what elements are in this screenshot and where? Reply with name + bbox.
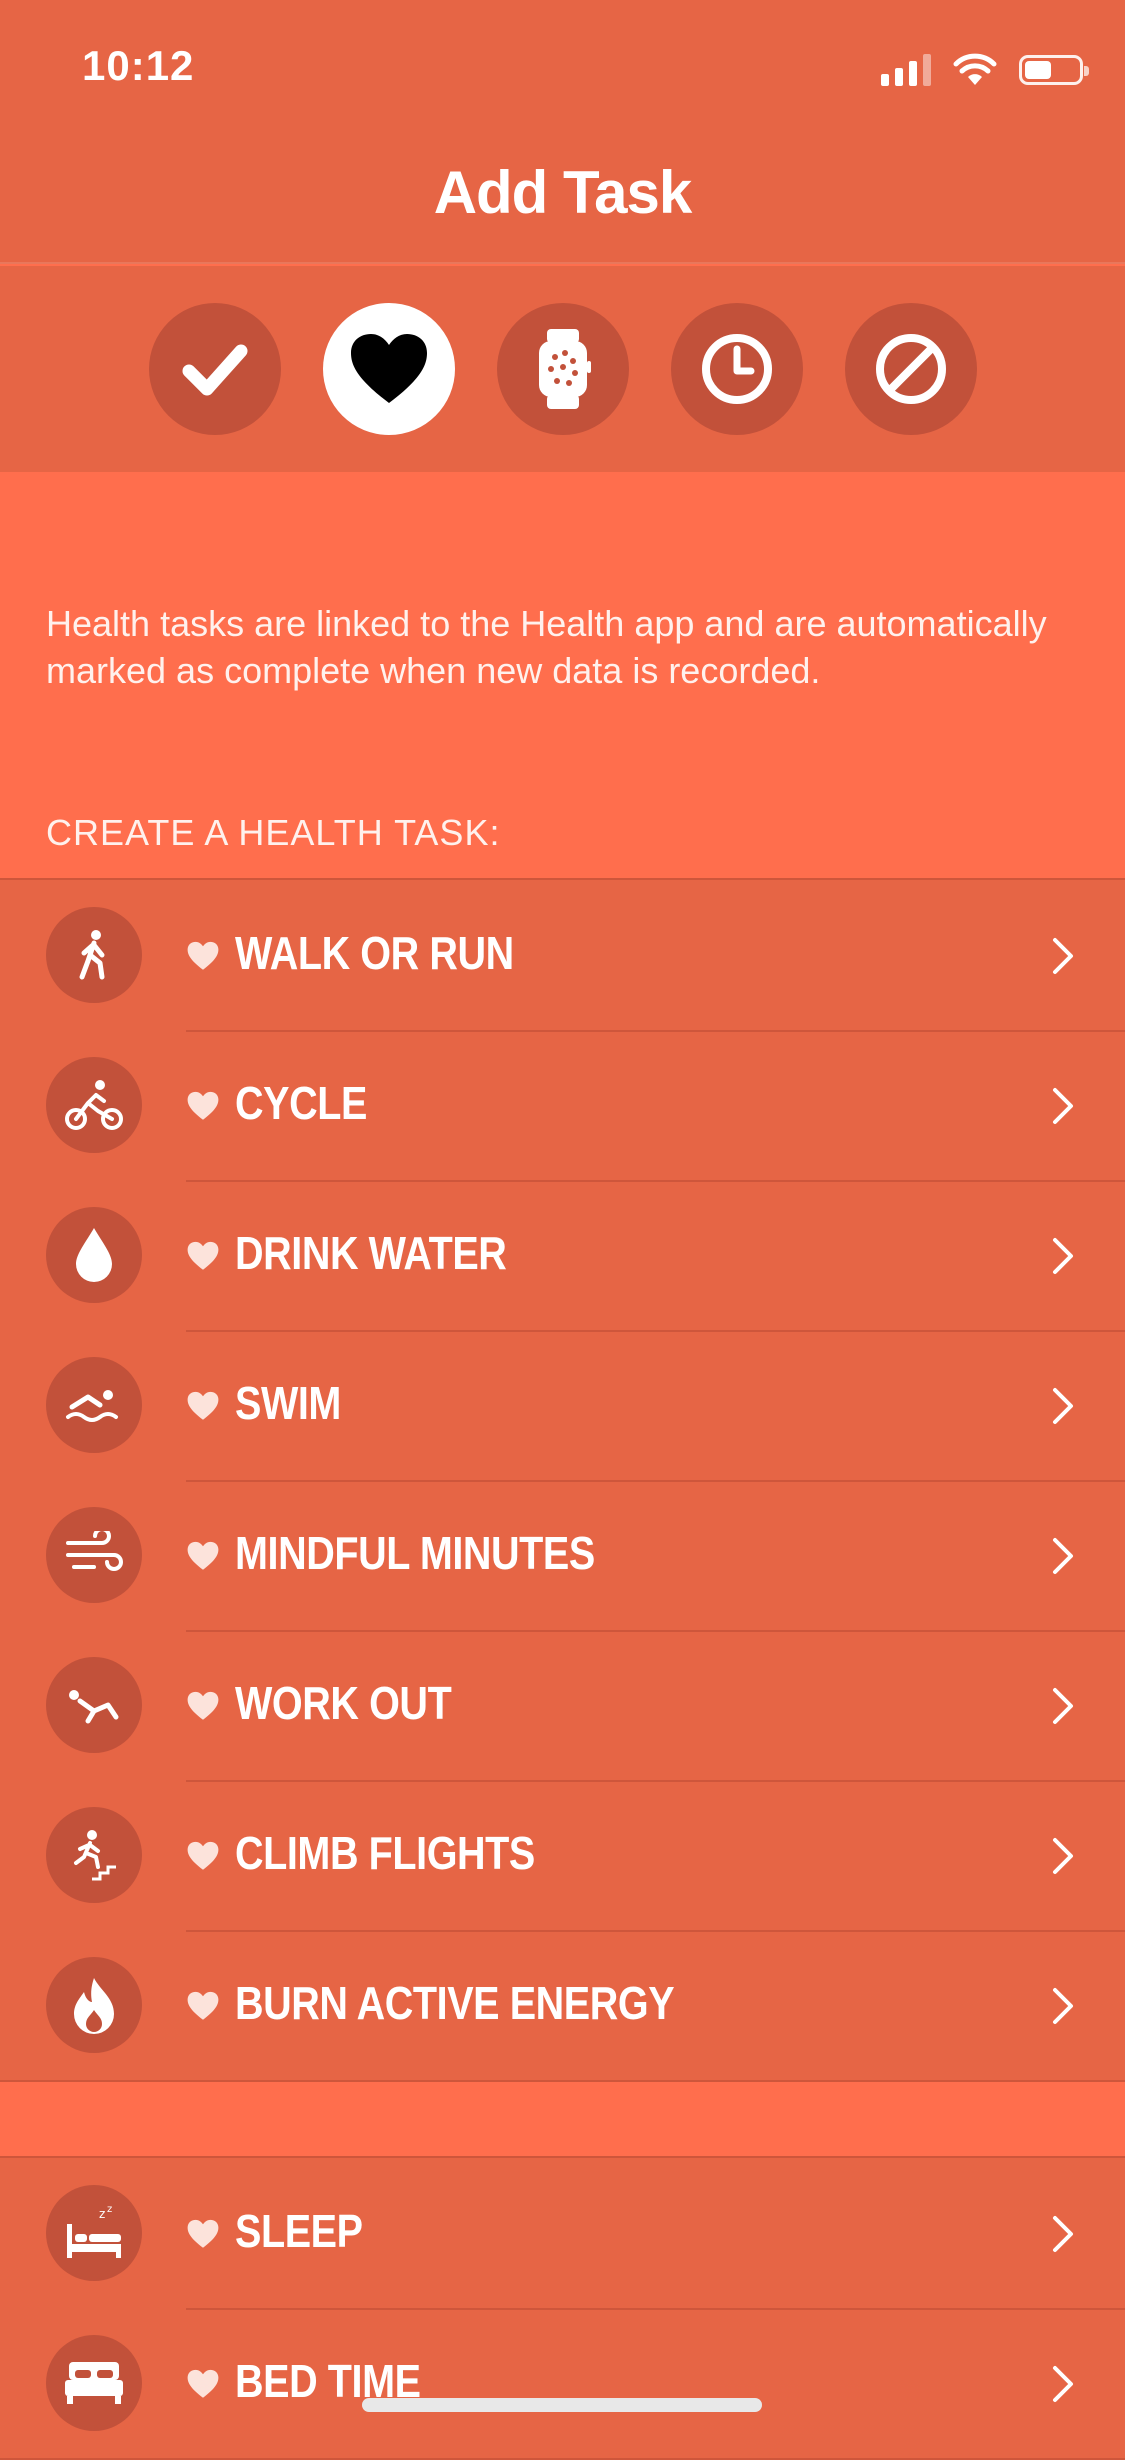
svg-text:z: z [107,2204,112,2215]
info-text: Health tasks are linked to the Health ap… [46,603,1047,691]
health-tasks-list: WALK OR RUN CYCLE DRINK WATER SWIM MINDF… [0,878,1125,2082]
heart-icon [187,1991,219,2020]
clock-icon [701,334,772,404]
checkmark-icon [182,344,247,396]
battery-icon [1019,55,1089,85]
svg-text:z: z [99,2207,105,2221]
list-item-mindful-minutes[interactable]: MINDFUL MINUTES [0,1480,1125,1630]
category-checkmark-button[interactable] [148,303,281,435]
chevron-right-icon [1053,1688,1073,1724]
home-indicator[interactable] [362,2398,762,2412]
list-item-label: WORK OUT [235,1677,452,1729]
list-item-burn-active-energy[interactable]: BURN ACTIVE ENERGY [0,1930,1125,2080]
section-header: CREATE A HEALTH TASK: [46,812,501,853]
status-bar: 10:12 [0,0,1125,132]
category-watch-button[interactable] [496,303,629,435]
chevron-right-icon [1053,1538,1073,1574]
chevron-right-icon [1053,1088,1073,1124]
walking-icon [46,907,142,1003]
heart-icon [187,1241,219,1270]
list-item-label: SLEEP [235,2205,363,2257]
bed-icon [46,2335,142,2431]
heart-icon [187,1091,219,1120]
list-item-walk-or-run[interactable]: WALK OR RUN [0,880,1125,1030]
category-health-button[interactable] [322,303,455,435]
wind-icon [46,1507,142,1603]
list-item-label: BURN ACTIVE ENERGY [235,1977,675,2029]
heart-icon [187,1541,219,1570]
cycling-icon [46,1057,142,1153]
wifi-icon [953,53,997,85]
category-restriction-button[interactable] [844,303,977,435]
list-item-label: MINDFUL MINUTES [235,1527,595,1579]
list-item-swim[interactable]: SWIM [0,1330,1125,1480]
category-time-button[interactable] [670,303,803,435]
list-item-sleep[interactable]: z z SLEEP [0,2158,1125,2308]
heart-icon [187,2219,219,2248]
cellular-signal-icon [881,54,931,86]
task-type-selector [0,266,1125,472]
list-item-label: CYCLE [235,1077,367,1129]
navigation-bar: Add Task [0,132,1125,264]
heart-icon [187,2369,219,2398]
swimming-icon [46,1357,142,1453]
status-time: 10:12 [82,42,195,89]
flame-icon [46,1957,142,2053]
heart-icon [187,1391,219,1420]
workout-icon [46,1657,142,1753]
chevron-right-icon [1053,2366,1073,2402]
heart-icon [187,1691,219,1720]
list-item-climb-flights[interactable]: CLIMB FLIGHTS [0,1780,1125,1930]
list-item-cycle[interactable]: CYCLE [0,1030,1125,1180]
sleep-tasks-list: z z SLEEP BED TIME [0,2156,1125,2460]
chevron-right-icon [1053,938,1073,974]
chevron-right-icon [1053,1388,1073,1424]
list-item-label: CLIMB FLIGHTS [235,1827,535,1879]
list-item-label: DRINK WATER [235,1227,507,1279]
heart-icon [350,334,427,403]
page-title: Add Task [433,159,693,226]
list-item-drink-water[interactable]: DRINK WATER [0,1180,1125,1330]
heart-icon [187,1841,219,1870]
chevron-right-icon [1053,1988,1073,2024]
prohibited-icon [875,334,946,404]
heart-icon [187,941,219,970]
watch-icon [538,329,591,409]
list-item-label: SWIM [235,1377,341,1429]
sleep-bed-icon: z z [46,2185,142,2281]
stairs-icon [46,1807,142,1903]
list-item-work-out[interactable]: WORK OUT [0,1630,1125,1780]
chevron-right-icon [1053,1238,1073,1274]
chevron-right-icon [1053,2216,1073,2252]
chevron-right-icon [1053,1838,1073,1874]
list-item-label: WALK OR RUN [235,927,514,979]
status-icons [881,50,1089,90]
water-drop-icon [46,1207,142,1303]
